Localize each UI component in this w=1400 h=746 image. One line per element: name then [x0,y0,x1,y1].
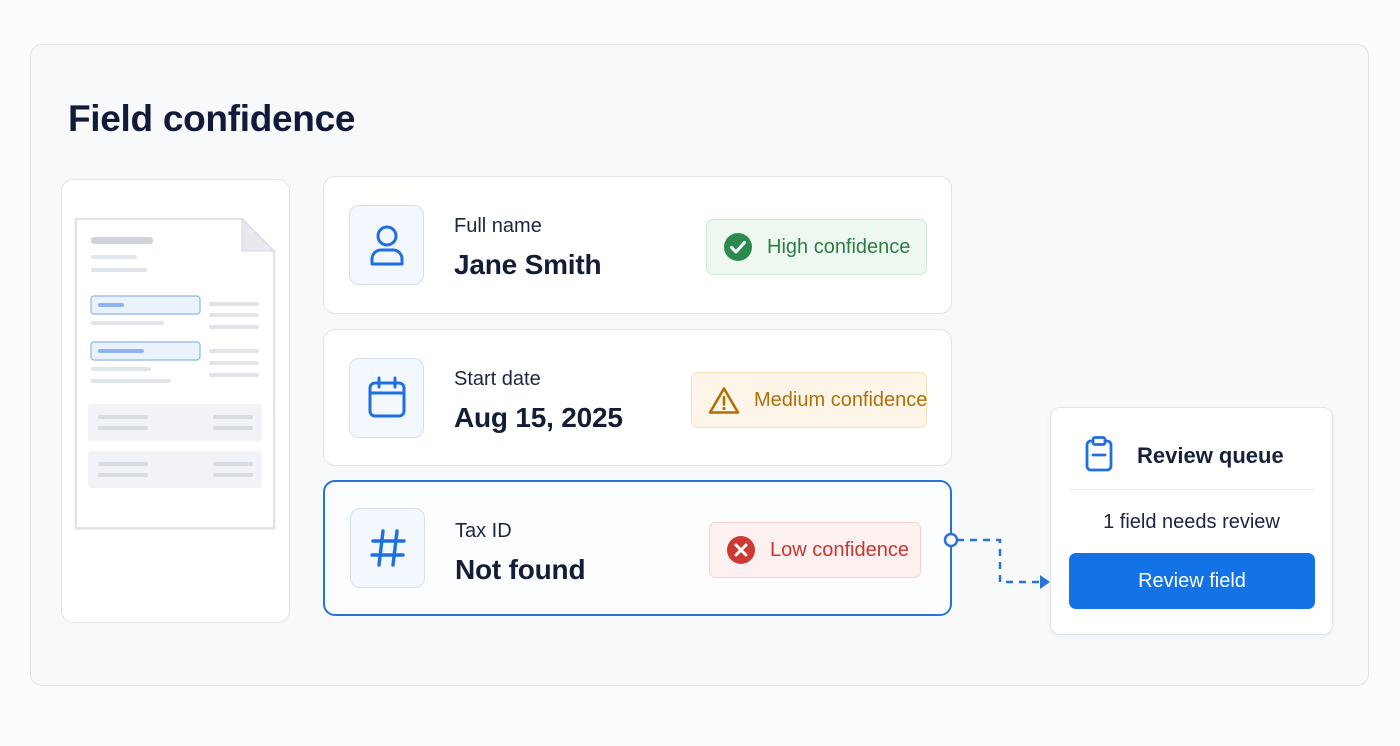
page-title: Field confidence [68,98,356,139]
warning-triangle-icon [708,386,740,415]
confidence-badge-high: High confidence [706,219,927,275]
user-icon [349,205,424,285]
document-thumbnail [74,217,276,530]
field-card-full-name[interactable]: Full name Jane Smith High confidence [323,176,952,314]
field-value: Not found [455,554,586,585]
connector-arrow [938,530,1053,605]
check-circle-icon [723,232,753,262]
field-label: Full name [454,215,542,237]
field-value: Jane Smith [454,249,602,280]
confidence-badge-low: Low confidence [709,522,921,578]
hash-icon [350,508,425,588]
confidence-label: High confidence [767,235,911,258]
field-label: Tax ID [455,520,512,542]
field-card-start-date[interactable]: Start date Aug 15, 2025 Medium confidenc… [323,329,952,466]
confidence-badge-medium: Medium confidence [691,372,927,428]
review-queue-title: Review queue [1137,443,1284,468]
x-circle-icon [726,535,756,565]
review-field-button[interactable]: Review field [1069,553,1315,609]
divider [1069,489,1314,490]
confidence-label: Low confidence [770,538,909,561]
field-card-tax-id[interactable]: Tax ID Not found Low confidence [323,480,952,616]
field-value: Aug 15, 2025 [454,402,623,433]
field-label: Start date [454,368,541,390]
calendar-icon [349,358,424,438]
review-status-text: 1 field needs review [1103,511,1280,533]
confidence-label: Medium confidence [754,388,928,411]
clipboard-icon [1084,436,1114,477]
review-queue-panel: Review queue 1 field needs review Review… [1050,407,1333,635]
